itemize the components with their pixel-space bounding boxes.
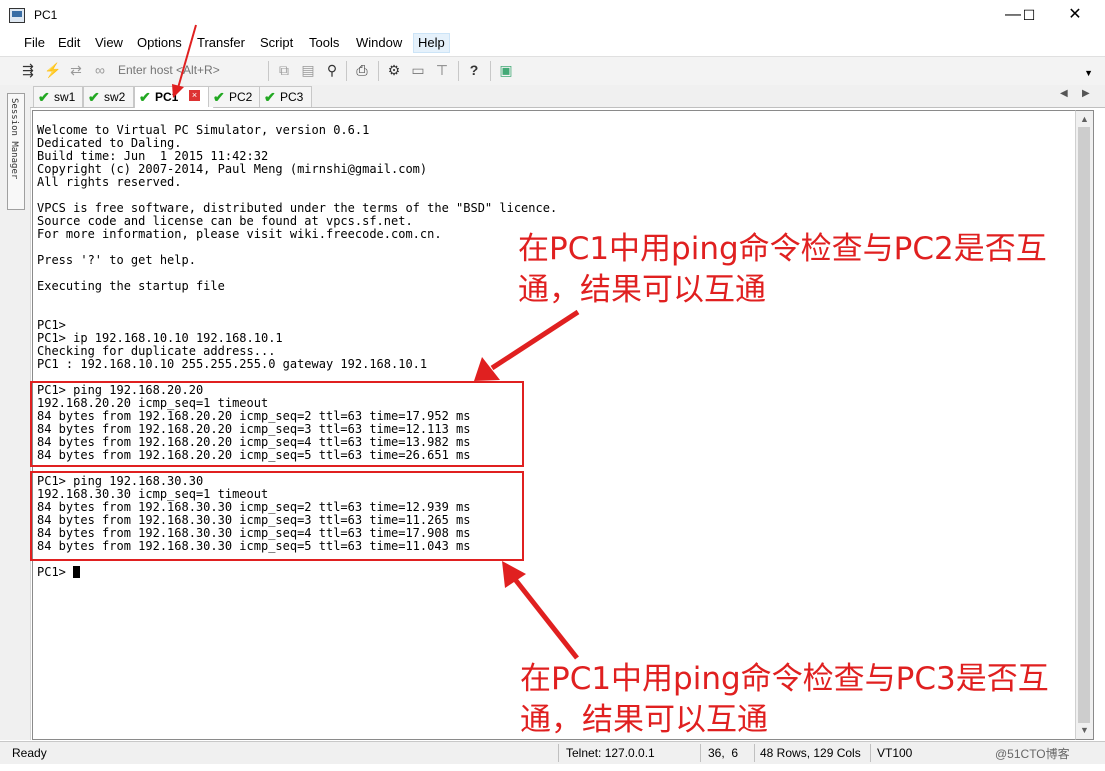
top-arrow-head [474,357,500,381]
status-emulation: VT100 [877,746,913,760]
watermark: @51CTO博客 [995,747,1070,761]
annotation-arrows [172,24,580,660]
status-connection: Telnet: 127.0.0.1 [566,746,655,760]
bottom-strip [0,764,1105,771]
top-arrow-line [490,309,580,371]
bottom-arrow-head [502,561,526,588]
status-separator [870,744,871,762]
tab-arrow-head [172,84,184,98]
status-size: 48 Rows, 129 Cols [760,746,861,760]
status-ready: Ready [12,746,47,760]
tab-arrow-line [177,24,197,89]
bottom-arrow-line [512,576,579,660]
annotation-pc3-line1: 在PC1中用ping命令检查与PC3是否互 [520,661,1049,697]
status-cursor-position: 36, 6 [708,746,739,760]
status-bar: Ready Telnet: 127.0.0.1 36, 6 48 Rows, 1… [0,741,1105,764]
annotation-pc2-line2: 通，结果可以互通 [518,272,766,308]
annotation-pc2-line1: 在PC1中用ping命令检查与PC2是否互 [518,231,1047,267]
annotation-pc3-line2: 通，结果可以互通 [520,702,768,738]
status-separator [700,744,701,762]
status-separator [558,744,559,762]
status-separator [754,744,755,762]
